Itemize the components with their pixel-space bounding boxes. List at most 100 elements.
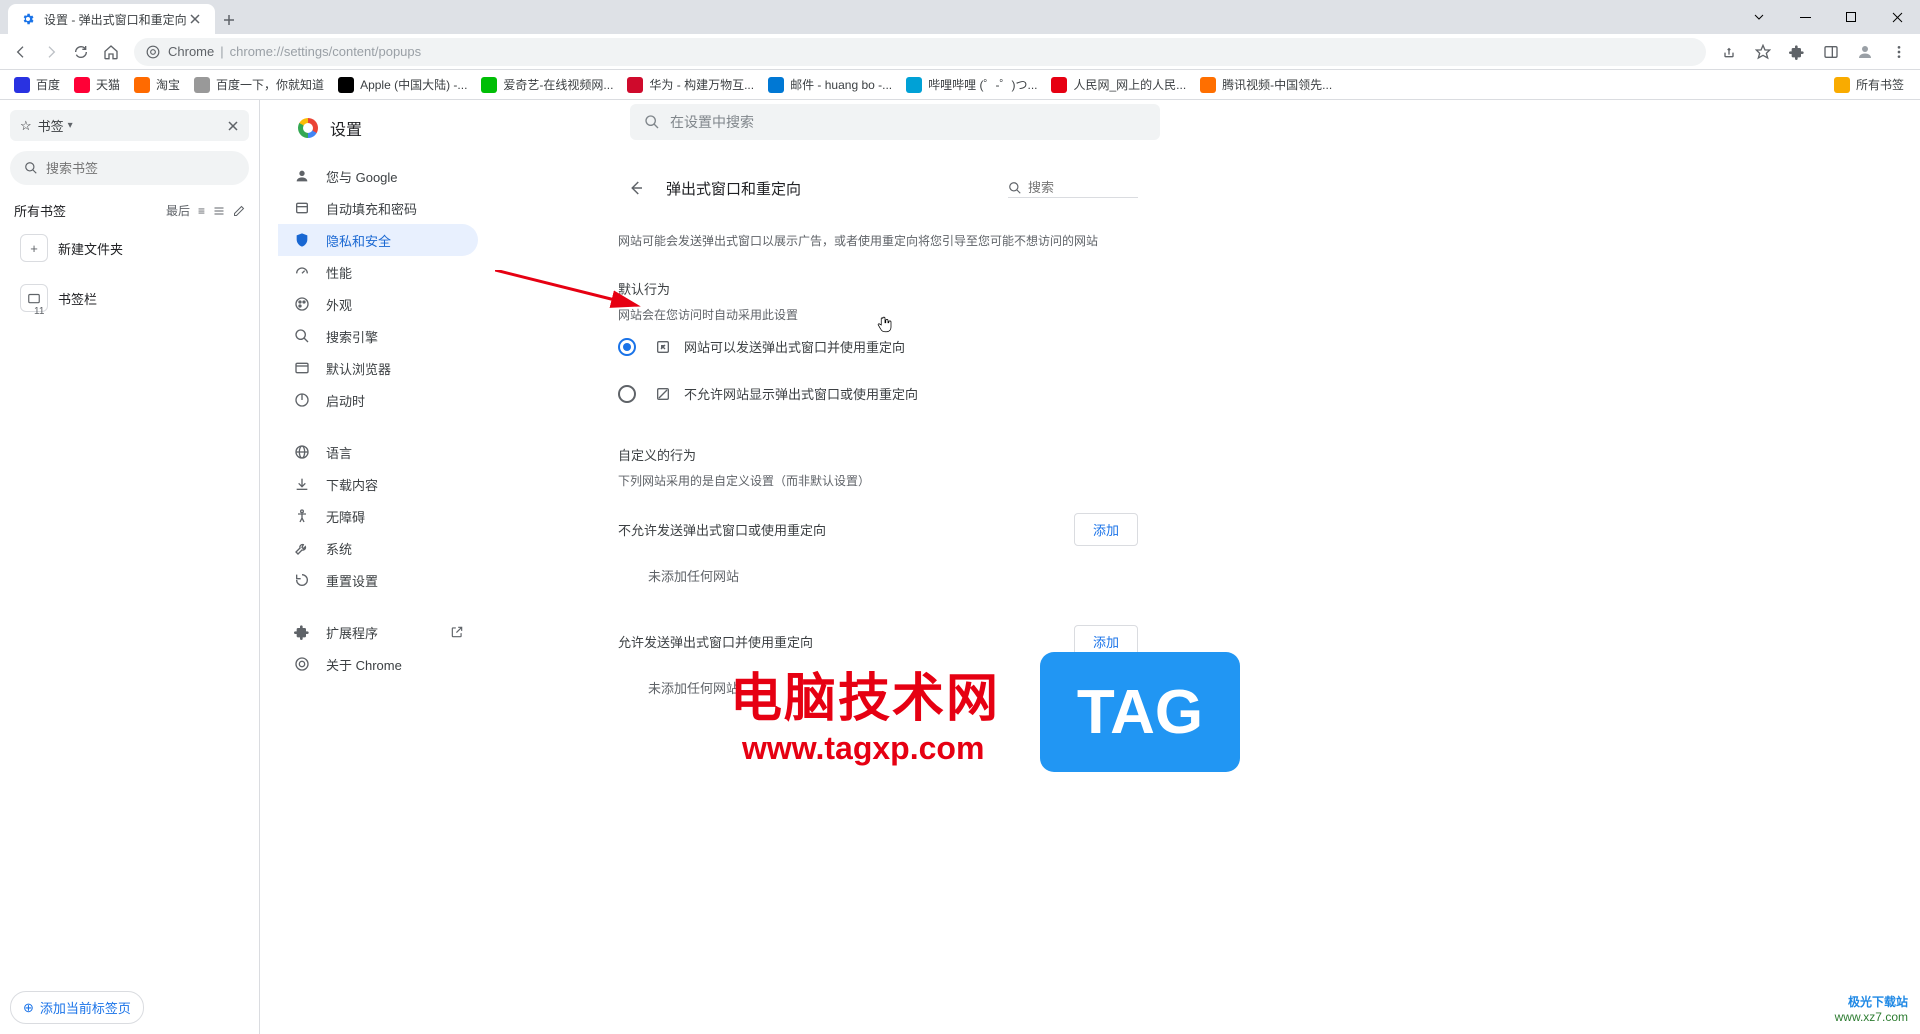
- window-controls: [1736, 0, 1920, 34]
- menu-icon[interactable]: [1884, 37, 1914, 67]
- dropdown-icon[interactable]: [1736, 0, 1782, 34]
- popup-allow-icon: [654, 338, 672, 356]
- bookmarks-panel-header[interactable]: ☆ 书签 ▾: [10, 110, 249, 141]
- nav-item-wrench[interactable]: 系统: [278, 532, 478, 564]
- bookmark-item[interactable]: 天猫: [68, 73, 126, 97]
- bookmark-item[interactable]: 百度: [8, 73, 66, 97]
- forward-button[interactable]: [36, 37, 66, 67]
- favicon-icon: [1051, 77, 1067, 93]
- bookmark-item[interactable]: 哔哩哔哩 (゜-゜)つ...: [900, 73, 1043, 97]
- settings-title: 设置: [330, 116, 362, 140]
- watermark-text: 电脑技术网: [730, 656, 1000, 731]
- browser-icon: [292, 360, 312, 376]
- chrome-logo-icon: [298, 118, 318, 138]
- star-icon: ☆: [20, 118, 32, 134]
- radio-block-popups[interactable]: 不允许网站显示弹出式窗口或使用重定向: [618, 370, 1138, 417]
- bookmark-item[interactable]: 百度一下，你就知道: [188, 73, 330, 97]
- favicon-icon: [1200, 77, 1216, 93]
- nav-item-download[interactable]: 下载内容: [278, 468, 478, 500]
- nav-item-palette[interactable]: 外观: [278, 288, 478, 320]
- edit-icon[interactable]: [233, 205, 245, 217]
- bookmark-item[interactable]: Apple (中国大陆) -...: [332, 73, 473, 97]
- bookmarks-search[interactable]: [10, 151, 249, 185]
- close-tab-icon[interactable]: [187, 11, 203, 27]
- reset-icon: [292, 572, 312, 588]
- block-section-label: 不允许发送弹出式窗口或使用重定向: [618, 520, 826, 539]
- bookmark-item[interactable]: 邮件 - huang bo -...: [762, 73, 898, 97]
- bookmark-star-icon[interactable]: [1748, 37, 1778, 67]
- bookmark-item[interactable]: 人民网_网上的人民...: [1045, 73, 1192, 97]
- favicon-icon: [74, 77, 90, 93]
- gear-icon: [20, 11, 36, 27]
- nav-item-speed[interactable]: 性能: [278, 256, 478, 288]
- ext-icon: [292, 624, 312, 640]
- profile-icon[interactable]: [1850, 37, 1880, 67]
- shield-icon: [292, 232, 312, 248]
- bookmark-item[interactable]: 华为 - 构建万物互...: [621, 73, 760, 97]
- inline-search[interactable]: [1008, 178, 1138, 198]
- search-icon: [1008, 181, 1022, 195]
- nav-item-chrome[interactable]: 关于 Chrome: [278, 648, 478, 680]
- favicon-icon: [627, 77, 643, 93]
- url-input[interactable]: Chrome | chrome://settings/content/popup…: [134, 38, 1706, 66]
- watermark-url: www.tagxp.com: [742, 730, 984, 767]
- nav-item-reset[interactable]: 重置设置: [278, 564, 478, 596]
- back-button[interactable]: [6, 37, 36, 67]
- search-icon: [644, 114, 660, 130]
- back-arrow-button[interactable]: [618, 170, 654, 206]
- cursor-hand-icon: [876, 315, 894, 335]
- plus-icon: +: [20, 234, 48, 262]
- inline-search-input[interactable]: [1028, 180, 1128, 195]
- nav-item-search[interactable]: 搜索引擎: [278, 320, 478, 352]
- share-icon[interactable]: [1714, 37, 1744, 67]
- plus-circle-icon: ⊕: [23, 1000, 34, 1016]
- add-current-tab-button[interactable]: ⊕ 添加当前标签页: [10, 991, 144, 1024]
- radio-button-unchecked[interactable]: [618, 385, 636, 403]
- block-none-text: 未添加任何网站: [648, 566, 1138, 585]
- bookmark-item[interactable]: 淘宝: [128, 73, 186, 97]
- url-path: chrome://settings/content/popups: [230, 44, 422, 59]
- reload-button[interactable]: [66, 37, 96, 67]
- new-folder-row[interactable]: + 新建文件夹: [10, 226, 249, 270]
- new-tab-button[interactable]: [215, 6, 243, 34]
- nav-item-power[interactable]: 启动时: [278, 384, 478, 416]
- favicon-icon: [194, 77, 210, 93]
- settings-page: 设置 在设置中搜索 您与 Google自动填充和密码隐私和安全性能外观搜索引擎默…: [260, 100, 1920, 1034]
- browser-tab[interactable]: 设置 - 弹出式窗口和重定向: [8, 4, 215, 34]
- palette-icon: [292, 296, 312, 312]
- close-panel-icon[interactable]: [227, 120, 239, 132]
- nav-item-browser[interactable]: 默认浏览器: [278, 352, 478, 384]
- bookmark-item[interactable]: 爱奇艺-在线视频网...: [475, 73, 619, 97]
- extensions-icon[interactable]: [1782, 37, 1812, 67]
- sort-label[interactable]: 最后: [166, 202, 190, 219]
- folder-icon: [1834, 77, 1850, 93]
- autofill-icon: [292, 200, 312, 216]
- nav-item-access[interactable]: 无障碍: [278, 500, 478, 532]
- page-title: 弹出式窗口和重定向: [666, 178, 1008, 199]
- bookmark-bar-folder[interactable]: 书签栏 11: [10, 276, 249, 320]
- sidepanel-icon[interactable]: [1816, 37, 1846, 67]
- maximize-button[interactable]: [1828, 0, 1874, 34]
- add-block-button[interactable]: 添加: [1074, 513, 1138, 546]
- nav-item-ext[interactable]: 扩展程序: [278, 616, 478, 648]
- nav-item-autofill[interactable]: 自动填充和密码: [278, 192, 478, 224]
- nav-item-person[interactable]: 您与 Google: [278, 160, 478, 192]
- search-icon: [24, 161, 38, 175]
- favicon-icon: [14, 77, 30, 93]
- list-icon[interactable]: [213, 205, 225, 217]
- settings-search[interactable]: 在设置中搜索: [630, 104, 1160, 140]
- home-button[interactable]: [96, 37, 126, 67]
- nav-item-shield[interactable]: 隐私和安全: [278, 224, 478, 256]
- bookmark-item[interactable]: 腾讯视频-中国领先...: [1194, 73, 1338, 97]
- bookmarks-search-input[interactable]: [46, 161, 235, 176]
- default-behavior-heading: 默认行为: [618, 279, 1138, 298]
- minimize-button[interactable]: [1782, 0, 1828, 34]
- favicon-icon: [906, 77, 922, 93]
- close-window-button[interactable]: [1874, 0, 1920, 34]
- radio-button-checked[interactable]: [618, 338, 636, 356]
- nav-item-globe[interactable]: 语言: [278, 436, 478, 468]
- url-scheme: Chrome: [168, 44, 214, 59]
- tab-title: 设置 - 弹出式窗口和重定向: [44, 11, 187, 28]
- filter-icon[interactable]: ≡: [198, 204, 205, 218]
- all-bookmarks-button[interactable]: 所有书签: [1828, 73, 1910, 97]
